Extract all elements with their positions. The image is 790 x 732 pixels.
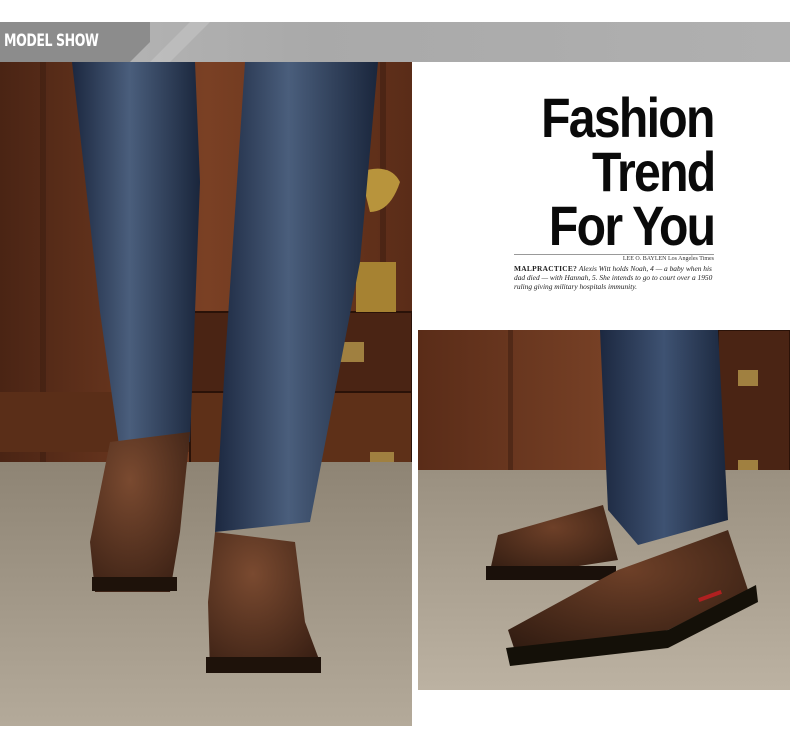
header-stripe [150, 22, 210, 62]
section-title: MODEL SHOW [4, 31, 99, 51]
magazine-headline-block: Fashion Trend For You LEE O. BAYLEN Los … [512, 86, 722, 291]
caption-keyword: MALPRACTICE? [514, 264, 578, 273]
model-photo-walking [0, 62, 412, 726]
headline-line-2: Trend [591, 140, 715, 203]
model-photo-closeup [418, 330, 790, 690]
photo-byline: LEE O. BAYLEN Los Angeles Times [622, 256, 714, 262]
headline-line-3: For You [548, 194, 716, 257]
photo-caption: MALPRACTICE? Alexis Witt holds Noah, 4 —… [514, 264, 719, 291]
headline-line-1: Fashion [541, 86, 715, 149]
section-header-bar: MODEL SHOW [0, 22, 790, 62]
byline-rule [514, 254, 714, 255]
